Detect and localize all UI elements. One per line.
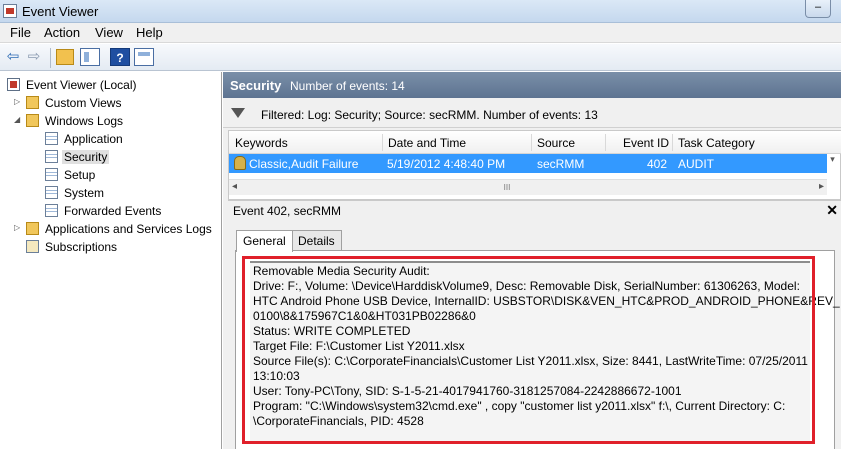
description-line: 0100\8&175967C1&0&HT031PB02286&0 xyxy=(253,309,476,323)
event-count: Number of events: 14 xyxy=(290,79,405,93)
description-line: Status: WRITE COMPLETED xyxy=(253,324,411,338)
folder-icon xyxy=(26,114,39,127)
event-detail-pane: Event 402, secRMM ✕ General Details Remo… xyxy=(228,200,841,449)
scroll-thumb-grip[interactable]: III xyxy=(407,184,607,192)
content-pane: Security Number of events: 14 Filtered: … xyxy=(223,72,841,449)
window-title: Event Viewer xyxy=(22,4,99,19)
toolbar: ⇦ ⇨ ? xyxy=(0,44,841,71)
description-line: Target File: F:\Customer List Y2011.xlsx xyxy=(253,339,465,353)
description-line: User: Tony-PC\Tony, SID: S-1-5-21-401794… xyxy=(253,384,682,398)
tree-item-label: Event Viewer (Local) xyxy=(26,78,137,92)
column-task-category[interactable]: Task Category xyxy=(678,136,755,150)
navigation-tree: Event Viewer (Local) ▷ Custom Views ◢ Wi… xyxy=(0,72,222,449)
pane-title: Security xyxy=(230,78,282,93)
event-description: Removable Media Security Audit: Drive: F… xyxy=(250,261,840,443)
title-bar: Event Viewer – xyxy=(0,0,841,23)
log-icon xyxy=(45,132,58,145)
toolbar-separator xyxy=(50,48,51,68)
cell-event-id: 402 xyxy=(647,157,668,171)
filter-text: Filtered: Log: Security; Source: secRMM.… xyxy=(261,108,598,122)
column-divider[interactable] xyxy=(382,134,383,151)
log-icon xyxy=(45,168,58,181)
column-keywords[interactable]: Keywords xyxy=(235,136,288,150)
column-divider[interactable] xyxy=(531,134,532,151)
description-line: Program: "C:\Windows\system32\cmd.exe" ,… xyxy=(253,399,786,413)
menu-help[interactable]: Help xyxy=(136,25,163,40)
event-viewer-icon xyxy=(7,78,20,91)
menu-bar: File Action View Help xyxy=(0,23,841,43)
description-line: Removable Media Security Audit: xyxy=(253,264,430,278)
pane-header: Security Number of events: 14 xyxy=(223,72,841,98)
general-tab-panel: Removable Media Security Audit: Drive: F… xyxy=(235,250,840,449)
tree-item-label: Windows Logs xyxy=(45,114,124,128)
subscriptions-icon xyxy=(26,240,39,253)
folder-icon xyxy=(26,96,39,109)
log-icon xyxy=(45,150,58,163)
description-line: \CorporateFinancials, PID: 4528 xyxy=(253,414,424,428)
column-source[interactable]: Source xyxy=(537,136,575,150)
cell-source: secRMM xyxy=(537,157,585,171)
tree-item-label: Setup xyxy=(64,168,96,182)
scroll-right-icon[interactable]: ▸ xyxy=(819,181,824,192)
show-hide-action-pane-icon[interactable] xyxy=(134,48,154,66)
folder-icon xyxy=(26,222,39,235)
show-hide-tree-icon[interactable] xyxy=(80,48,100,66)
filter-icon xyxy=(231,108,245,118)
menu-view[interactable]: View xyxy=(95,25,123,40)
table-header: Keywords Date and Time Source Event ID T… xyxy=(229,131,841,154)
column-event-id[interactable]: Event ID xyxy=(623,136,669,150)
cell-task-category: AUDIT xyxy=(678,157,714,171)
tree-item-label: Application xyxy=(64,132,123,146)
description-line: Source File(s): C:\CorporateFinancials\C… xyxy=(253,354,808,368)
description-line: Drive: F:, Volume: \Device\HarddiskVolum… xyxy=(253,279,800,293)
forward-arrow-icon[interactable]: ⇨ xyxy=(24,48,44,66)
tree-item-label: Forwarded Events xyxy=(64,204,162,218)
table-row[interactable]: Classic,Audit Failure 5/19/2012 4:48:40 … xyxy=(229,154,827,173)
tab-general[interactable]: General xyxy=(236,230,293,252)
cell-date-and-time: 5/19/2012 4:48:40 PM xyxy=(387,157,506,171)
tree-item-label: Custom Views xyxy=(45,96,122,110)
vertical-scroll-arrow[interactable]: ▾ xyxy=(825,154,840,173)
description-line: 13:10:03 xyxy=(253,369,300,383)
events-table: Keywords Date and Time Source Event ID T… xyxy=(228,130,841,200)
help-icon[interactable]: ? xyxy=(110,48,130,66)
up-folder-icon[interactable] xyxy=(56,49,74,65)
expand-arrow-icon[interactable]: ▷ xyxy=(14,223,20,232)
close-icon[interactable]: ✕ xyxy=(826,202,838,219)
column-divider[interactable] xyxy=(605,134,606,151)
log-icon xyxy=(45,186,58,199)
tree-item-label: Subscriptions xyxy=(45,240,118,254)
tree-item-label: Security xyxy=(62,150,110,164)
scroll-left-icon[interactable]: ◂ xyxy=(232,181,237,192)
event-viewer-app-icon xyxy=(3,4,17,18)
event-detail-title: Event 402, secRMM xyxy=(233,204,342,218)
lock-icon xyxy=(234,156,246,170)
menu-file[interactable]: File xyxy=(10,25,31,40)
cell-keywords: Classic,Audit Failure xyxy=(249,157,359,171)
back-arrow-icon[interactable]: ⇦ xyxy=(3,48,23,66)
horizontal-scrollbar[interactable]: ◂ III ▸ xyxy=(229,179,827,195)
minimize-button[interactable]: – xyxy=(805,0,831,18)
description-line: HTC Android Phone USB Device, InternalID… xyxy=(253,294,840,308)
tree-item-label: System xyxy=(64,186,105,200)
column-date-and-time[interactable]: Date and Time xyxy=(388,136,466,150)
menu-action[interactable]: Action xyxy=(44,25,80,40)
collapse-arrow-icon[interactable]: ◢ xyxy=(14,115,20,124)
tree-item-label: Applications and Services Logs xyxy=(45,222,212,236)
filter-bar: Filtered: Log: Security; Source: secRMM.… xyxy=(223,102,841,128)
expand-arrow-icon[interactable]: ▷ xyxy=(14,97,20,106)
log-icon xyxy=(45,204,58,217)
tab-details[interactable]: Details xyxy=(291,230,342,251)
column-divider[interactable] xyxy=(672,134,673,151)
